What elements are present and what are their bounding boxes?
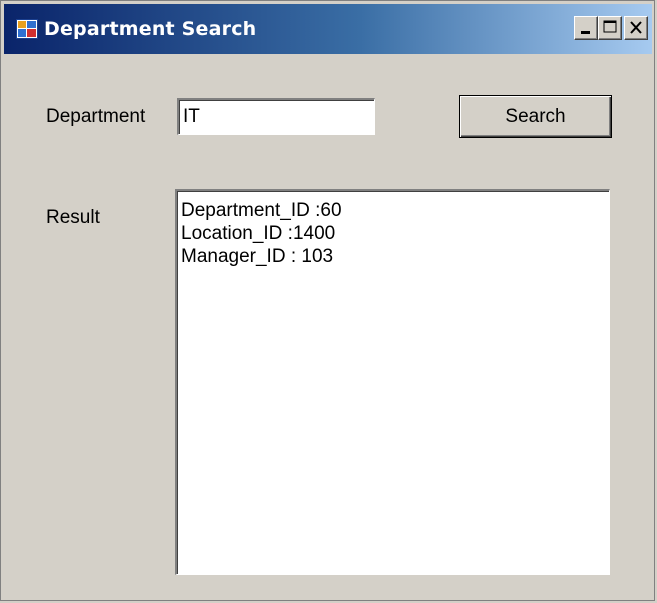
close-icon [630,21,642,34]
maximize-button[interactable] [598,16,622,40]
close-button[interactable] [624,16,648,40]
department-label: Department [46,106,146,127]
maximize-icon [603,20,617,33]
application-icon [16,19,38,39]
minimize-button[interactable] [574,16,598,40]
search-button[interactable]: Search [459,95,612,138]
department-search-window: Department Search Department Search Resu… [0,0,655,601]
minimize-icon [581,31,590,34]
result-listbox[interactable]: Department_ID :60 Location_ID :1400 Mana… [175,189,610,575]
result-line-location-id: Location_ID :1400 [181,223,336,244]
title-bar[interactable]: Department Search [4,4,652,54]
department-input[interactable] [177,98,375,135]
window-title: Department Search [44,18,257,40]
result-line-manager-id: Manager_ID : 103 [181,246,334,267]
result-line-department-id: Department_ID :60 [181,200,342,221]
result-label: Result [46,207,100,228]
